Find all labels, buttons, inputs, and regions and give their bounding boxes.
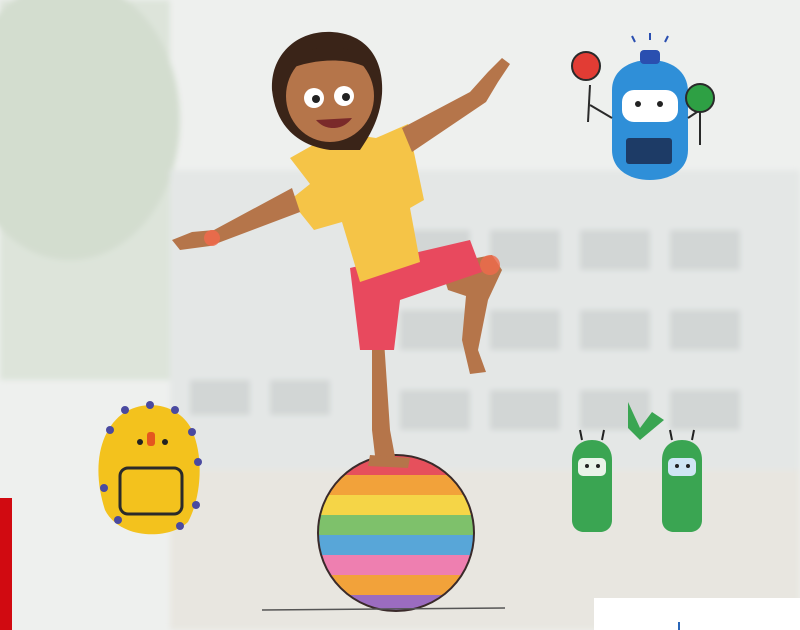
- illustration-canvas: [0, 0, 800, 630]
- corner-panel: [594, 598, 800, 630]
- brand-accent-bar: [0, 498, 12, 630]
- corner-marker: [678, 622, 680, 630]
